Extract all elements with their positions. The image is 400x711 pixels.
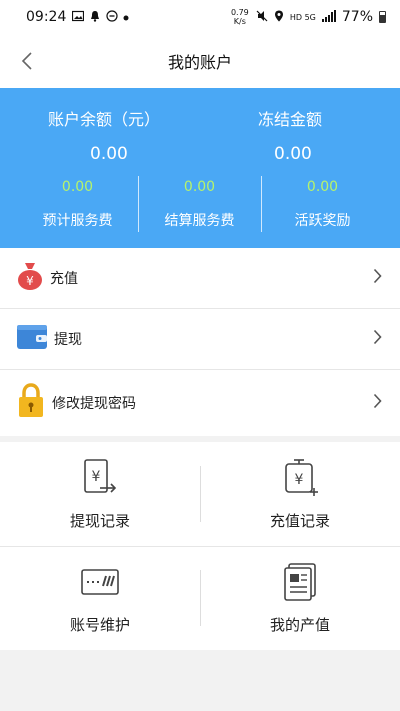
gallery-icon	[72, 10, 85, 25]
shortcut-grid: ¥ 提现记录 ¥ 充值记录 账号维护 我的产值	[0, 442, 400, 650]
grid-label-my-output: 我的产值	[269, 616, 330, 634]
grid-item-recharge-record[interactable]: ¥ 充值记录	[200, 442, 400, 546]
stat-label-estimated: 预计服务费	[42, 213, 113, 229]
frozen-value: 0.00	[274, 144, 312, 164]
grid-item-withdraw-record[interactable]: ¥ 提现记录	[0, 442, 200, 546]
svg-text:¥: ¥	[92, 469, 101, 485]
grid-item-my-output[interactable]: 我的产值	[200, 546, 400, 650]
stat-label-active: 活跃奖励	[294, 213, 351, 229]
stat-label-settled: 结算服务费	[164, 213, 235, 229]
dot-icon	[123, 11, 129, 24]
stat-value-settled: 0.00	[183, 179, 216, 195]
status-time: 09:24	[26, 9, 67, 25]
grid-label-account-maintenance: 账号维护	[69, 616, 130, 634]
signal-icon	[321, 9, 336, 25]
menu-label-withdraw: 提现	[54, 332, 82, 348]
menu-item-recharge[interactable]: ¥ 充值	[0, 248, 400, 309]
chevron-right-icon	[373, 268, 382, 288]
page-title: 我的账户	[167, 53, 232, 72]
stat-value-active: 0.00	[306, 179, 339, 195]
account-summary: 账户余额（元） 0.00 冻结金额 0.00 0.00 预计服务费 0.00 结…	[0, 88, 400, 248]
grid-label-recharge-record: 充值记录	[269, 512, 330, 530]
location-icon	[274, 10, 284, 25]
recharge-record-icon: ¥	[280, 458, 320, 498]
battery-percent: 77%	[341, 9, 373, 25]
menu-label-change-password: 修改提现密码	[52, 396, 136, 412]
balance-label: 账户余额（元）	[48, 110, 161, 129]
frozen-label: 冻结金额	[258, 110, 323, 129]
battery-icon	[379, 11, 386, 23]
header: 我的账户	[0, 34, 400, 88]
grid-label-withdraw-record: 提现记录	[69, 512, 130, 530]
network-type: HD 5G	[289, 12, 316, 22]
back-button[interactable]	[12, 46, 42, 76]
lock-icon	[16, 383, 46, 423]
chevron-right-icon	[373, 329, 382, 349]
menu-item-change-password[interactable]: 修改提现密码	[0, 370, 400, 436]
stat-value-estimated: 0.00	[61, 179, 94, 195]
withdraw-record-icon: ¥	[80, 458, 120, 498]
account-menu: ¥ 充值 提现 修改提现密码	[0, 248, 400, 436]
network-speed: 0.79 K/s	[230, 8, 249, 26]
notification-icon	[89, 10, 101, 25]
chevron-left-icon	[21, 52, 32, 70]
mute-icon	[256, 10, 268, 25]
chevron-right-icon	[373, 393, 382, 413]
status-bar: 09:24 0.79 K/s HD 5G 77%	[0, 0, 400, 34]
document-icon	[280, 562, 320, 602]
menu-item-withdraw[interactable]: 提现	[0, 309, 400, 370]
bank-card-icon	[80, 562, 120, 602]
money-bag-icon: ¥	[16, 261, 44, 295]
svg-text:¥: ¥	[295, 472, 304, 488]
svg-text:¥: ¥	[26, 274, 34, 288]
grid-item-account-maintenance[interactable]: 账号维护	[0, 546, 200, 650]
menu-label-recharge: 充值	[50, 271, 78, 287]
wallet-icon	[16, 323, 48, 355]
minus-circle-icon	[106, 9, 118, 25]
balance-value: 0.00	[90, 144, 128, 164]
